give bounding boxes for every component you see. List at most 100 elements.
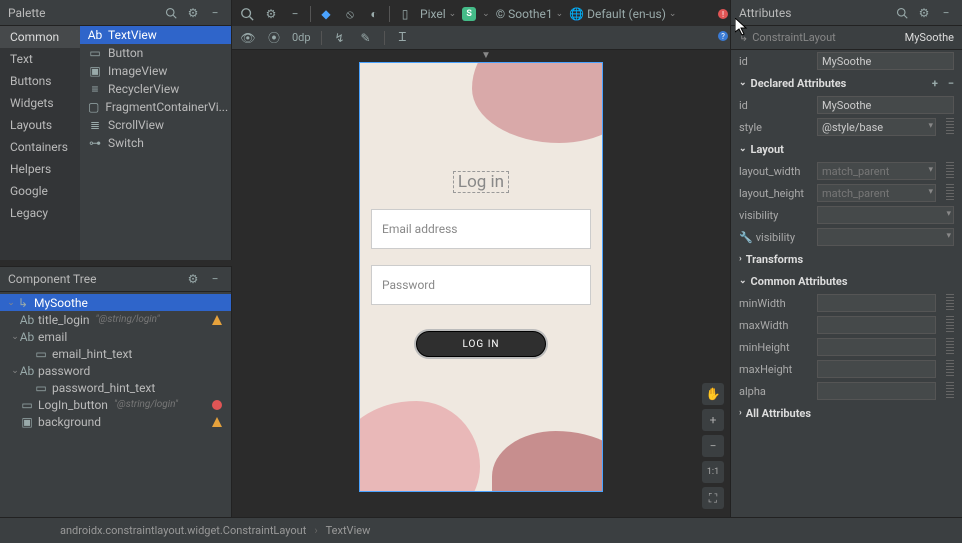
search-icon[interactable] [163,5,179,21]
gear-icon[interactable]: ⚙ [262,5,280,23]
palette-cat[interactable]: Helpers [0,158,80,180]
theme-select[interactable]: © Soothe1⌄ [496,7,563,21]
margin-value[interactable]: 0dp [292,30,311,46]
tree-node[interactable]: ▣background [0,413,231,430]
drag-handle-icon[interactable] [946,184,954,202]
gear-icon[interactable]: ⚙ [185,5,201,21]
layout-icon: ↳ [739,31,748,44]
drag-handle-icon[interactable] [946,316,954,334]
attr-tools-visibility[interactable] [817,228,954,246]
attr-label: id [739,55,811,68]
preview-login-title[interactable]: Log in [453,171,509,193]
bg-shape [472,62,603,143]
zoom-out-icon[interactable]: − [702,435,724,457]
drag-handle-icon[interactable] [946,118,954,136]
minimize-icon[interactable]: − [207,5,223,21]
crumb-item[interactable]: TextView [326,524,371,537]
preview-password-field[interactable]: Password [371,265,591,305]
attr-section-transforms[interactable]: ›Transforms [731,248,962,270]
drag-handle-icon[interactable] [946,360,954,378]
tree-node[interactable]: ⌄Abemail [0,328,231,345]
palette-cat[interactable]: Widgets [0,92,80,114]
search-icon[interactable] [238,5,256,23]
minimize-icon[interactable]: − [207,271,223,287]
zoom-actual-icon[interactable]: 1:1 [702,461,724,483]
tree-node[interactable]: ▭LogIn_button"@string/login" [0,396,231,413]
tree-node[interactable]: ▭email_hint_text [0,345,231,362]
target-icon[interactable]: ⦿ [266,30,282,46]
palette-item-imageview[interactable]: ▣ImageView [80,62,231,80]
drag-handle-icon[interactable] [946,294,954,312]
contrast-icon[interactable]: ◐ [365,5,383,23]
attr-maxheight[interactable] [817,360,936,378]
wand-icon[interactable]: ↯ [332,30,348,46]
preview-email-field[interactable]: Email address [371,209,591,249]
switch-icon: ⊶ [88,136,102,150]
tree-node[interactable]: ▭password_hint_text [0,379,231,396]
tree-title: Component Tree [8,272,179,286]
gear-icon[interactable]: ⚙ [185,271,201,287]
attr-section-all[interactable]: ›All Attributes [731,402,962,424]
eye-icon[interactable]: 👁 [240,30,256,46]
palette-cat[interactable]: Common [0,26,80,48]
info-badge-icon[interactable]: ? [717,30,729,42]
palette-item-recyclerview[interactable]: ≡RecyclerView [80,80,231,98]
tree-node[interactable]: ⌄Abpassword [0,362,231,379]
button-icon: ▭ [88,46,102,60]
clear-icon[interactable]: ✎ [358,30,374,46]
palette-cat[interactable]: Containers [0,136,80,158]
add-attr-icon[interactable]: + [932,77,938,90]
palette-item-textview[interactable]: AbTextView [80,26,231,44]
preview-login-button[interactable]: LOG IN [416,331,546,357]
drag-handle-icon[interactable] [946,382,954,400]
crumb-item[interactable]: androidx.constraintlayout.widget.Constra… [60,524,306,537]
attr-layout-height[interactable] [817,184,936,202]
attr-id-input[interactable] [817,52,954,70]
attr-alpha[interactable] [817,382,936,400]
palette-item-button[interactable]: ▭Button [80,44,231,62]
palette-cat[interactable]: Buttons [0,70,80,92]
attr-minheight[interactable] [817,338,936,356]
attr-maxwidth[interactable] [817,316,936,334]
device-preview[interactable]: Log in Email address Password LOG IN [359,62,603,492]
error-badge-icon[interactable]: ! [717,8,729,20]
device-select[interactable]: Pixel⌄ [420,7,456,21]
no-clip-icon[interactable]: ⦸ [341,5,359,23]
error-icon [211,399,223,411]
attr-visibility[interactable] [817,206,954,224]
attr-section-common[interactable]: ⌄Common Attributes [731,270,962,292]
attr-style-input[interactable] [817,118,936,136]
device-icon: ▯ [396,5,414,23]
zoom-in-icon[interactable]: + [702,409,724,431]
palette-item-switch[interactable]: ⊶Switch [80,134,231,152]
palette-item-fragment[interactable]: ▢FragmentContainerVi... [80,98,231,116]
attr-section-layout[interactable]: ⌄Layout [731,138,962,160]
palette-cat[interactable]: Text [0,48,80,70]
layers-icon[interactable]: ◆ [317,5,335,23]
palette-item-scrollview[interactable]: ≣ScrollView [80,116,231,134]
search-icon[interactable] [894,5,910,21]
attr-layout-width[interactable] [817,162,936,180]
minimize-icon[interactable]: − [938,5,954,21]
guideline-icon[interactable]: Ꮖ [395,30,411,46]
bg-shape [359,401,480,492]
breadcrumb: androidx.constraintlayout.widget.Constra… [0,517,962,543]
handle-top-icon[interactable]: ▼ [481,50,491,61]
palette-cat[interactable]: Google [0,180,80,202]
gear-icon[interactable]: ⚙ [916,5,932,21]
tree-node[interactable]: Abtitle_login"@string/login" [0,311,231,328]
pan-icon[interactable]: ✋ [702,383,724,405]
zoom-fit-icon[interactable]: ⛶ [702,487,724,509]
drag-handle-icon[interactable] [946,338,954,356]
api-select[interactable]: ⌄ [482,9,490,19]
attr-declared-id[interactable] [817,96,954,114]
palette-cat[interactable]: Legacy [0,202,80,224]
minus-icon[interactable]: − [286,5,304,23]
attr-minwidth[interactable] [817,294,936,312]
drag-handle-icon[interactable] [946,162,954,180]
palette-cat[interactable]: Layouts [0,114,80,136]
tree-root[interactable]: ⌄↳MySoothe [0,294,231,311]
locale-select[interactable]: 🌐 Default (en-us)⌄ [569,7,676,21]
attr-section-declared[interactable]: ⌄Declared Attributes+− [731,72,962,94]
design-canvas[interactable]: ▼ Log in Email address Password LOG IN [232,50,730,517]
